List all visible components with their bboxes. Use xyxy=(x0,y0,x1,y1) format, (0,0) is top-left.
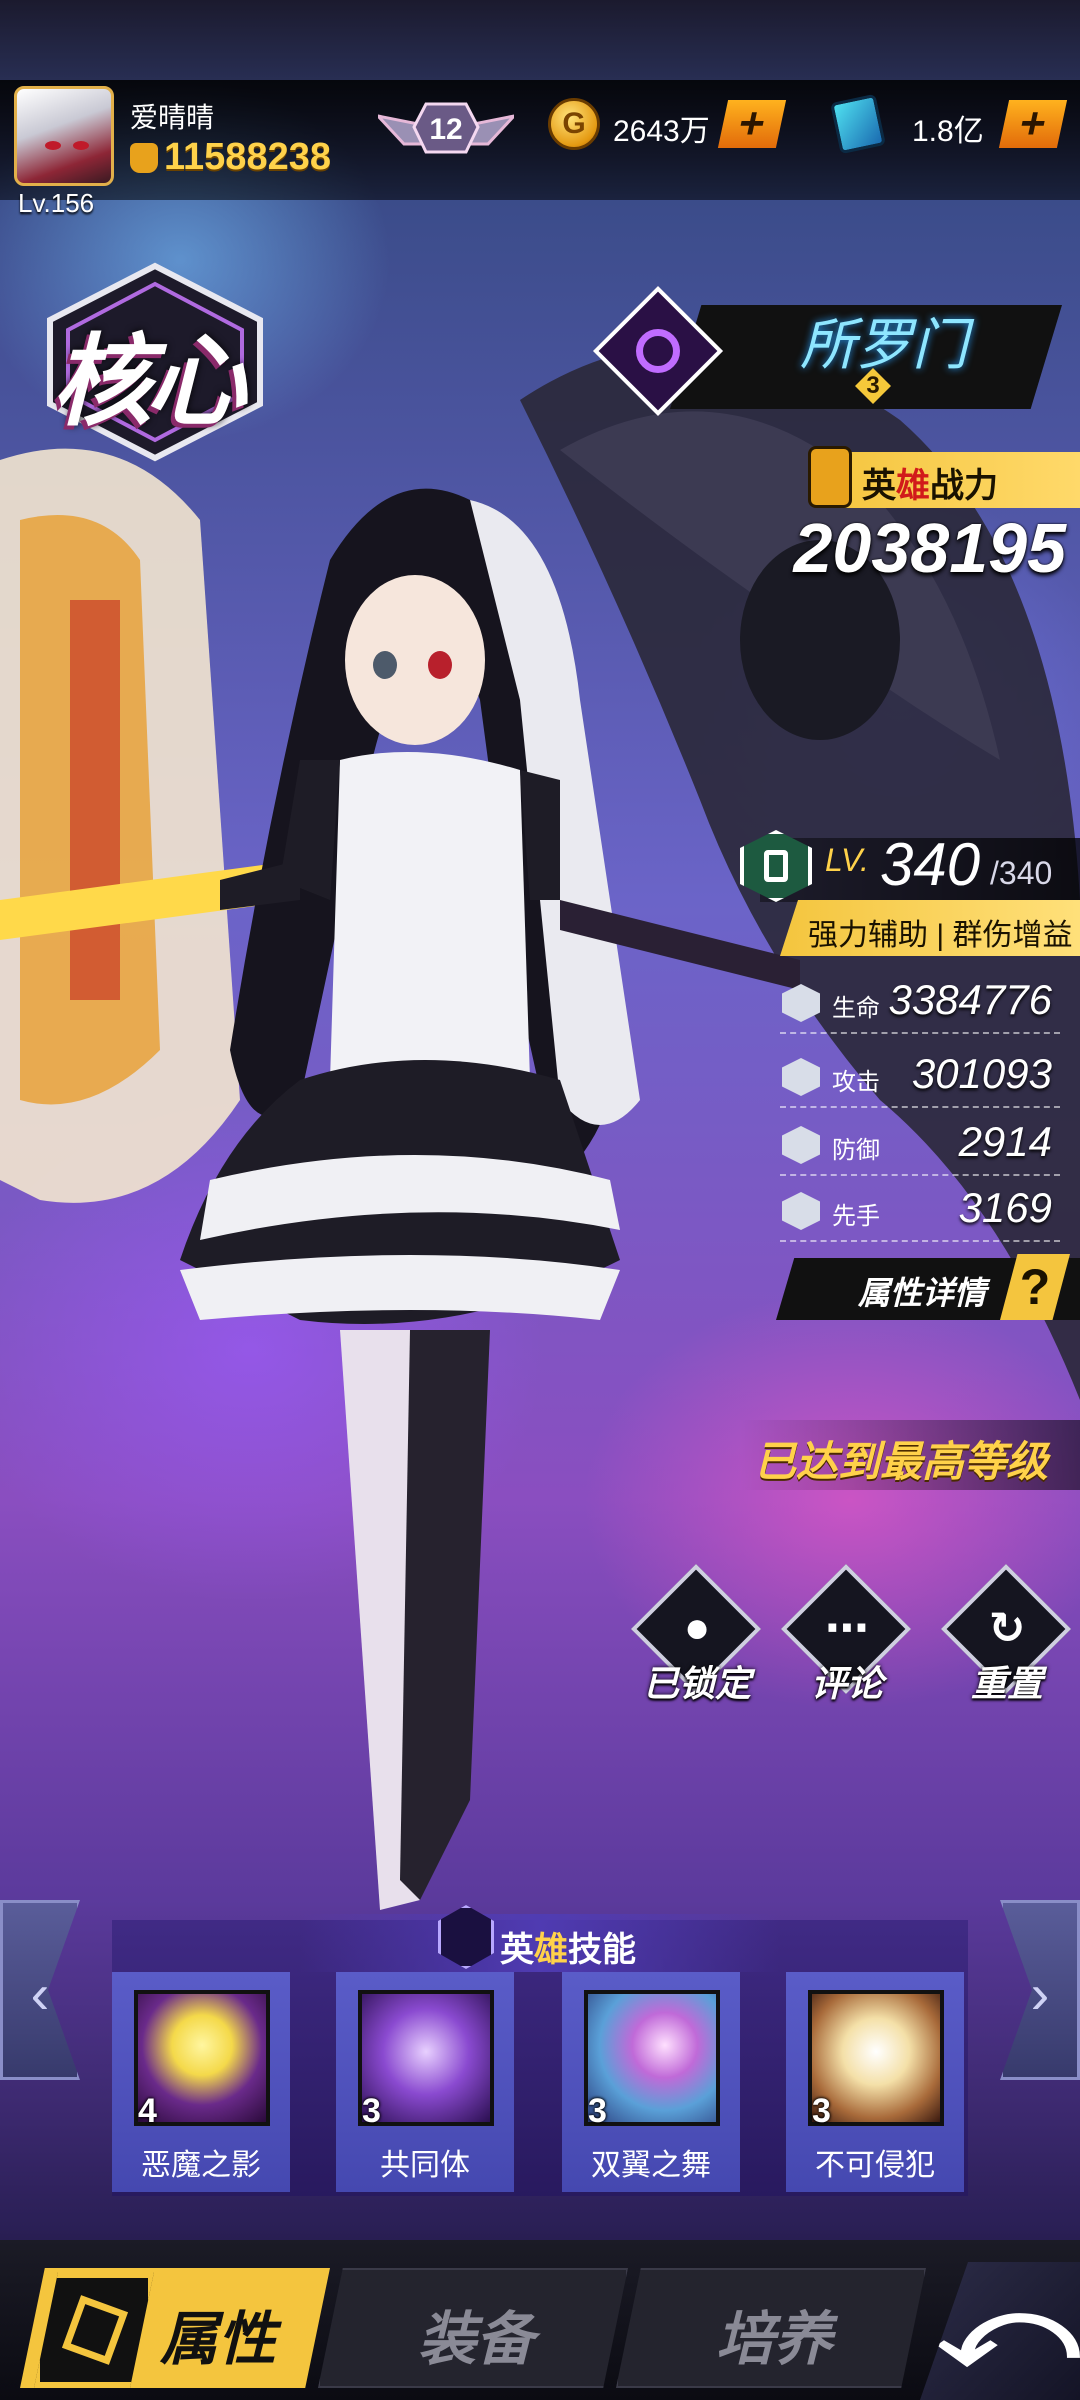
chevron-right-icon: › xyxy=(1030,1962,1050,2025)
stat-row-hp: 生命 3384776 xyxy=(780,968,1060,1034)
hero-role: 强力辅助 | 群伤增益 xyxy=(808,919,1073,952)
gem-amount: 1.8亿 xyxy=(912,115,984,148)
chat-bubble-icon: ⋯ xyxy=(825,1604,869,1653)
level-prefix: LV. xyxy=(825,842,869,878)
player-power-value: 11588238 xyxy=(164,136,331,178)
stat-row-defense: 防御 2914 xyxy=(780,1110,1060,1176)
skills-title: 英雄技能 xyxy=(500,1931,636,1969)
player-avatar[interactable] xyxy=(14,86,114,186)
stat-row-attack: 攻击 301093 xyxy=(780,1042,1060,1108)
player-level: Lv.156 xyxy=(18,188,95,218)
speed-icon xyxy=(782,1192,820,1230)
chevron-left-icon: ‹ xyxy=(30,1962,50,2025)
lock-icon: ● xyxy=(683,1603,711,1652)
skill-card-4[interactable]: 3 不可侵犯 xyxy=(786,1972,964,2192)
hero-level: 340 xyxy=(880,831,981,898)
lock-button[interactable]: ● 已锁定 xyxy=(630,1563,762,1705)
crossed-swords-icon xyxy=(782,1058,820,1096)
rank-badge[interactable]: 12 xyxy=(378,96,514,158)
reset-button[interactable]: ↻ 重置 xyxy=(940,1563,1072,1705)
add-gold-button[interactable]: + xyxy=(717,99,787,148)
skill-card-2[interactable]: 3 共同体 xyxy=(336,1972,514,2192)
combat-power-label: 英雄战力 xyxy=(862,467,998,505)
hero-level-max: /340 xyxy=(990,855,1053,891)
previous-hero-button[interactable]: ‹ xyxy=(0,1900,80,2080)
attribute-details-label: 属性详情 xyxy=(858,1275,987,1311)
stat-row-speed: 先手 3169 xyxy=(780,1176,1060,1242)
fist-icon xyxy=(130,142,158,173)
combat-power-value: 2038195 xyxy=(793,509,1066,587)
tab-attributes-label: 属性 xyxy=(160,2307,277,2372)
skill-card-3[interactable]: 3 双翼之舞 xyxy=(562,1972,740,2192)
hero-name: 所罗门 xyxy=(800,313,968,376)
refresh-icon: ↻ xyxy=(988,1604,1026,1653)
core-badge-label: 核心 xyxy=(52,326,246,438)
comment-button[interactable]: ⋯ 评论 xyxy=(780,1563,912,1705)
shield-icon xyxy=(782,1126,820,1164)
player-name: 爱晴晴 xyxy=(130,102,215,133)
combat-power-fist-icon xyxy=(808,446,852,508)
skill-card-1[interactable]: 4 恶魔之影 xyxy=(112,1972,290,2192)
rank-value: 12 xyxy=(429,113,462,146)
gold-coin-icon: G xyxy=(548,98,600,150)
tab-training-label: 培养 xyxy=(716,2307,833,2372)
back-arrow-icon: ⤺ xyxy=(935,2279,1080,2386)
hero-detail-screen: Lv.156 爱晴晴 11588238 12 G 2643万 + 1.8亿 + … xyxy=(0,0,1080,2400)
next-hero-button[interactable]: › xyxy=(1000,1900,1080,2080)
heart-shield-icon xyxy=(782,984,820,1022)
max-level-notice: 已达到最高等级 xyxy=(754,1438,1049,1485)
add-gem-button[interactable]: + xyxy=(998,99,1068,148)
player-power: 11588238 xyxy=(130,136,331,179)
gold-amount: 2643万 xyxy=(613,115,710,148)
tab-equipment-label: 装备 xyxy=(418,2307,535,2372)
